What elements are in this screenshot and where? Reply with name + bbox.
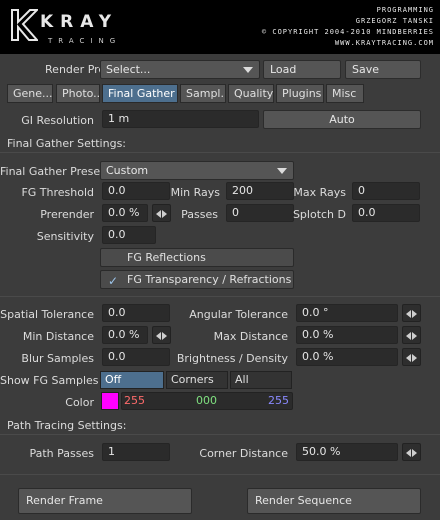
brightness-density-label: Brightness / Density <box>176 352 288 365</box>
tab-final-gather[interactable]: Final Gather <box>102 84 178 103</box>
corner-distance-field[interactable]: 50.0 % <box>296 443 398 461</box>
separator <box>0 434 440 435</box>
header-line-author: GRZEGORZ TANSKI <box>355 17 434 25</box>
angular-tolerance-spinner-icon[interactable] <box>402 304 421 322</box>
load-button[interactable]: Load <box>263 60 341 79</box>
render-preset-dropdown[interactable]: Select... <box>100 60 260 79</box>
color-swatch[interactable] <box>101 392 119 410</box>
corner-distance-label: Corner Distance <box>199 447 288 460</box>
render-frame-button[interactable]: Render Frame <box>18 488 192 514</box>
header-line-copyright: © COPYRIGHT 2004-2010 MINDBERRIES <box>261 28 434 36</box>
fg-reflections-toggle[interactable]: FG Reflections <box>100 248 294 267</box>
chevron-down-icon <box>243 67 253 73</box>
max-distance-field[interactable]: 0.0 % <box>296 326 398 344</box>
color-green-value: 000 <box>196 394 217 407</box>
kray-logo-icon <box>11 9 38 41</box>
brightness-density-spinner-icon[interactable] <box>402 348 421 366</box>
spatial-tolerance-field[interactable]: 0.0 <box>102 304 170 322</box>
brightness-density-field[interactable]: 0.0 % <box>296 348 398 366</box>
save-button[interactable]: Save <box>345 60 421 79</box>
sensitivity-label: Sensitivity <box>36 230 94 243</box>
header-banner: KRAY TRACING PROGRAMMING GRZEGORZ TANSKI… <box>0 0 440 54</box>
chevron-down-icon <box>277 168 287 174</box>
path-passes-field[interactable]: 1 <box>102 443 170 461</box>
tab-general[interactable]: Gene... <box>7 84 53 103</box>
fg-reflections-label: FG Reflections <box>127 251 206 264</box>
header-line-programming: PROGRAMMING <box>376 6 434 14</box>
gi-resolution-field[interactable]: 1 m <box>102 110 259 128</box>
max-rays-field[interactable]: 0 <box>352 182 420 200</box>
min-distance-field[interactable]: 0.0 % <box>102 326 148 344</box>
path-tracing-settings-heading: Path Tracing Settings: <box>7 419 127 432</box>
show-samples-all[interactable]: All <box>230 371 292 389</box>
path-passes-label: Path Passes <box>29 447 94 460</box>
logo-text: KRAY <box>40 12 119 32</box>
splotch-field[interactable]: 0.0 <box>352 204 420 222</box>
separator <box>0 152 440 153</box>
passes-field[interactable]: 0 <box>226 204 294 222</box>
tab-photon[interactable]: Photo... <box>56 84 100 103</box>
color-label: Color <box>65 396 94 409</box>
min-distance-label: Min Distance <box>22 330 94 343</box>
fg-threshold-label: FG Threshold <box>21 186 94 199</box>
show-samples-corners[interactable]: Corners <box>166 371 228 389</box>
checkmark-icon: ✓ <box>108 274 119 288</box>
tab-plugins[interactable]: Plugins <box>276 84 324 103</box>
max-rays-label: Max Rays <box>293 186 346 199</box>
prerender-label: Prerender <box>40 208 94 221</box>
tab-quality[interactable]: Quality <box>228 84 274 103</box>
sensitivity-field[interactable]: 0.0 <box>102 226 156 244</box>
angular-tolerance-field[interactable]: 0.0 ° <box>296 304 398 322</box>
tab-misc[interactable]: Misc <box>326 84 364 103</box>
blur-samples-label: Blur Samples <box>21 352 94 365</box>
gi-resolution-label: GI Resolution <box>21 114 94 127</box>
min-distance-spinner-icon[interactable] <box>152 326 171 344</box>
header-line-url: WWW.KRAYTRACING.COM <box>334 39 434 47</box>
max-distance-label: Max Distance <box>213 330 288 343</box>
final-gather-settings-heading: Final Gather Settings: <box>7 137 127 150</box>
min-rays-label: Min Rays <box>170 186 220 199</box>
blur-samples-field[interactable]: 0.0 <box>102 348 170 366</box>
tab-sampling[interactable]: Sampl... <box>180 84 226 103</box>
prerender-field[interactable]: 0.0 % <box>102 204 148 222</box>
render-sequence-button[interactable]: Render Sequence <box>247 488 421 514</box>
show-samples-off[interactable]: Off <box>100 371 164 389</box>
fg-preset-value: Custom <box>106 164 149 177</box>
fg-transparency-label: FG Transparency / Refractions <box>127 273 292 286</box>
angular-tolerance-label: Angular Tolerance <box>189 308 288 321</box>
passes-label: Passes <box>181 208 218 221</box>
fg-preset-dropdown[interactable]: Custom <box>100 161 294 180</box>
spatial-tolerance-label: Spatial Tolerance <box>0 308 94 321</box>
logo-subtitle: TRACING <box>48 37 122 45</box>
auto-button[interactable]: Auto <box>263 110 421 129</box>
separator <box>0 474 440 475</box>
separator <box>0 296 440 297</box>
show-fg-samples-label: Show FG Samples <box>0 374 99 387</box>
color-red-value: 255 <box>124 394 145 407</box>
color-blue-value: 255 <box>268 394 289 407</box>
render-preset-value: Select... <box>106 63 151 76</box>
max-distance-spinner-icon[interactable] <box>402 326 421 344</box>
min-rays-field[interactable]: 200 <box>226 182 294 200</box>
fg-transparency-toggle[interactable]: ✓ FG Transparency / Refractions <box>100 270 294 289</box>
splotch-label: Splotch D <box>292 208 346 221</box>
corner-distance-spinner-icon[interactable] <box>402 443 421 461</box>
color-rgb-field[interactable]: 255 000 255 <box>121 392 293 410</box>
fg-preset-label: Final Gather Preset <box>0 165 105 178</box>
